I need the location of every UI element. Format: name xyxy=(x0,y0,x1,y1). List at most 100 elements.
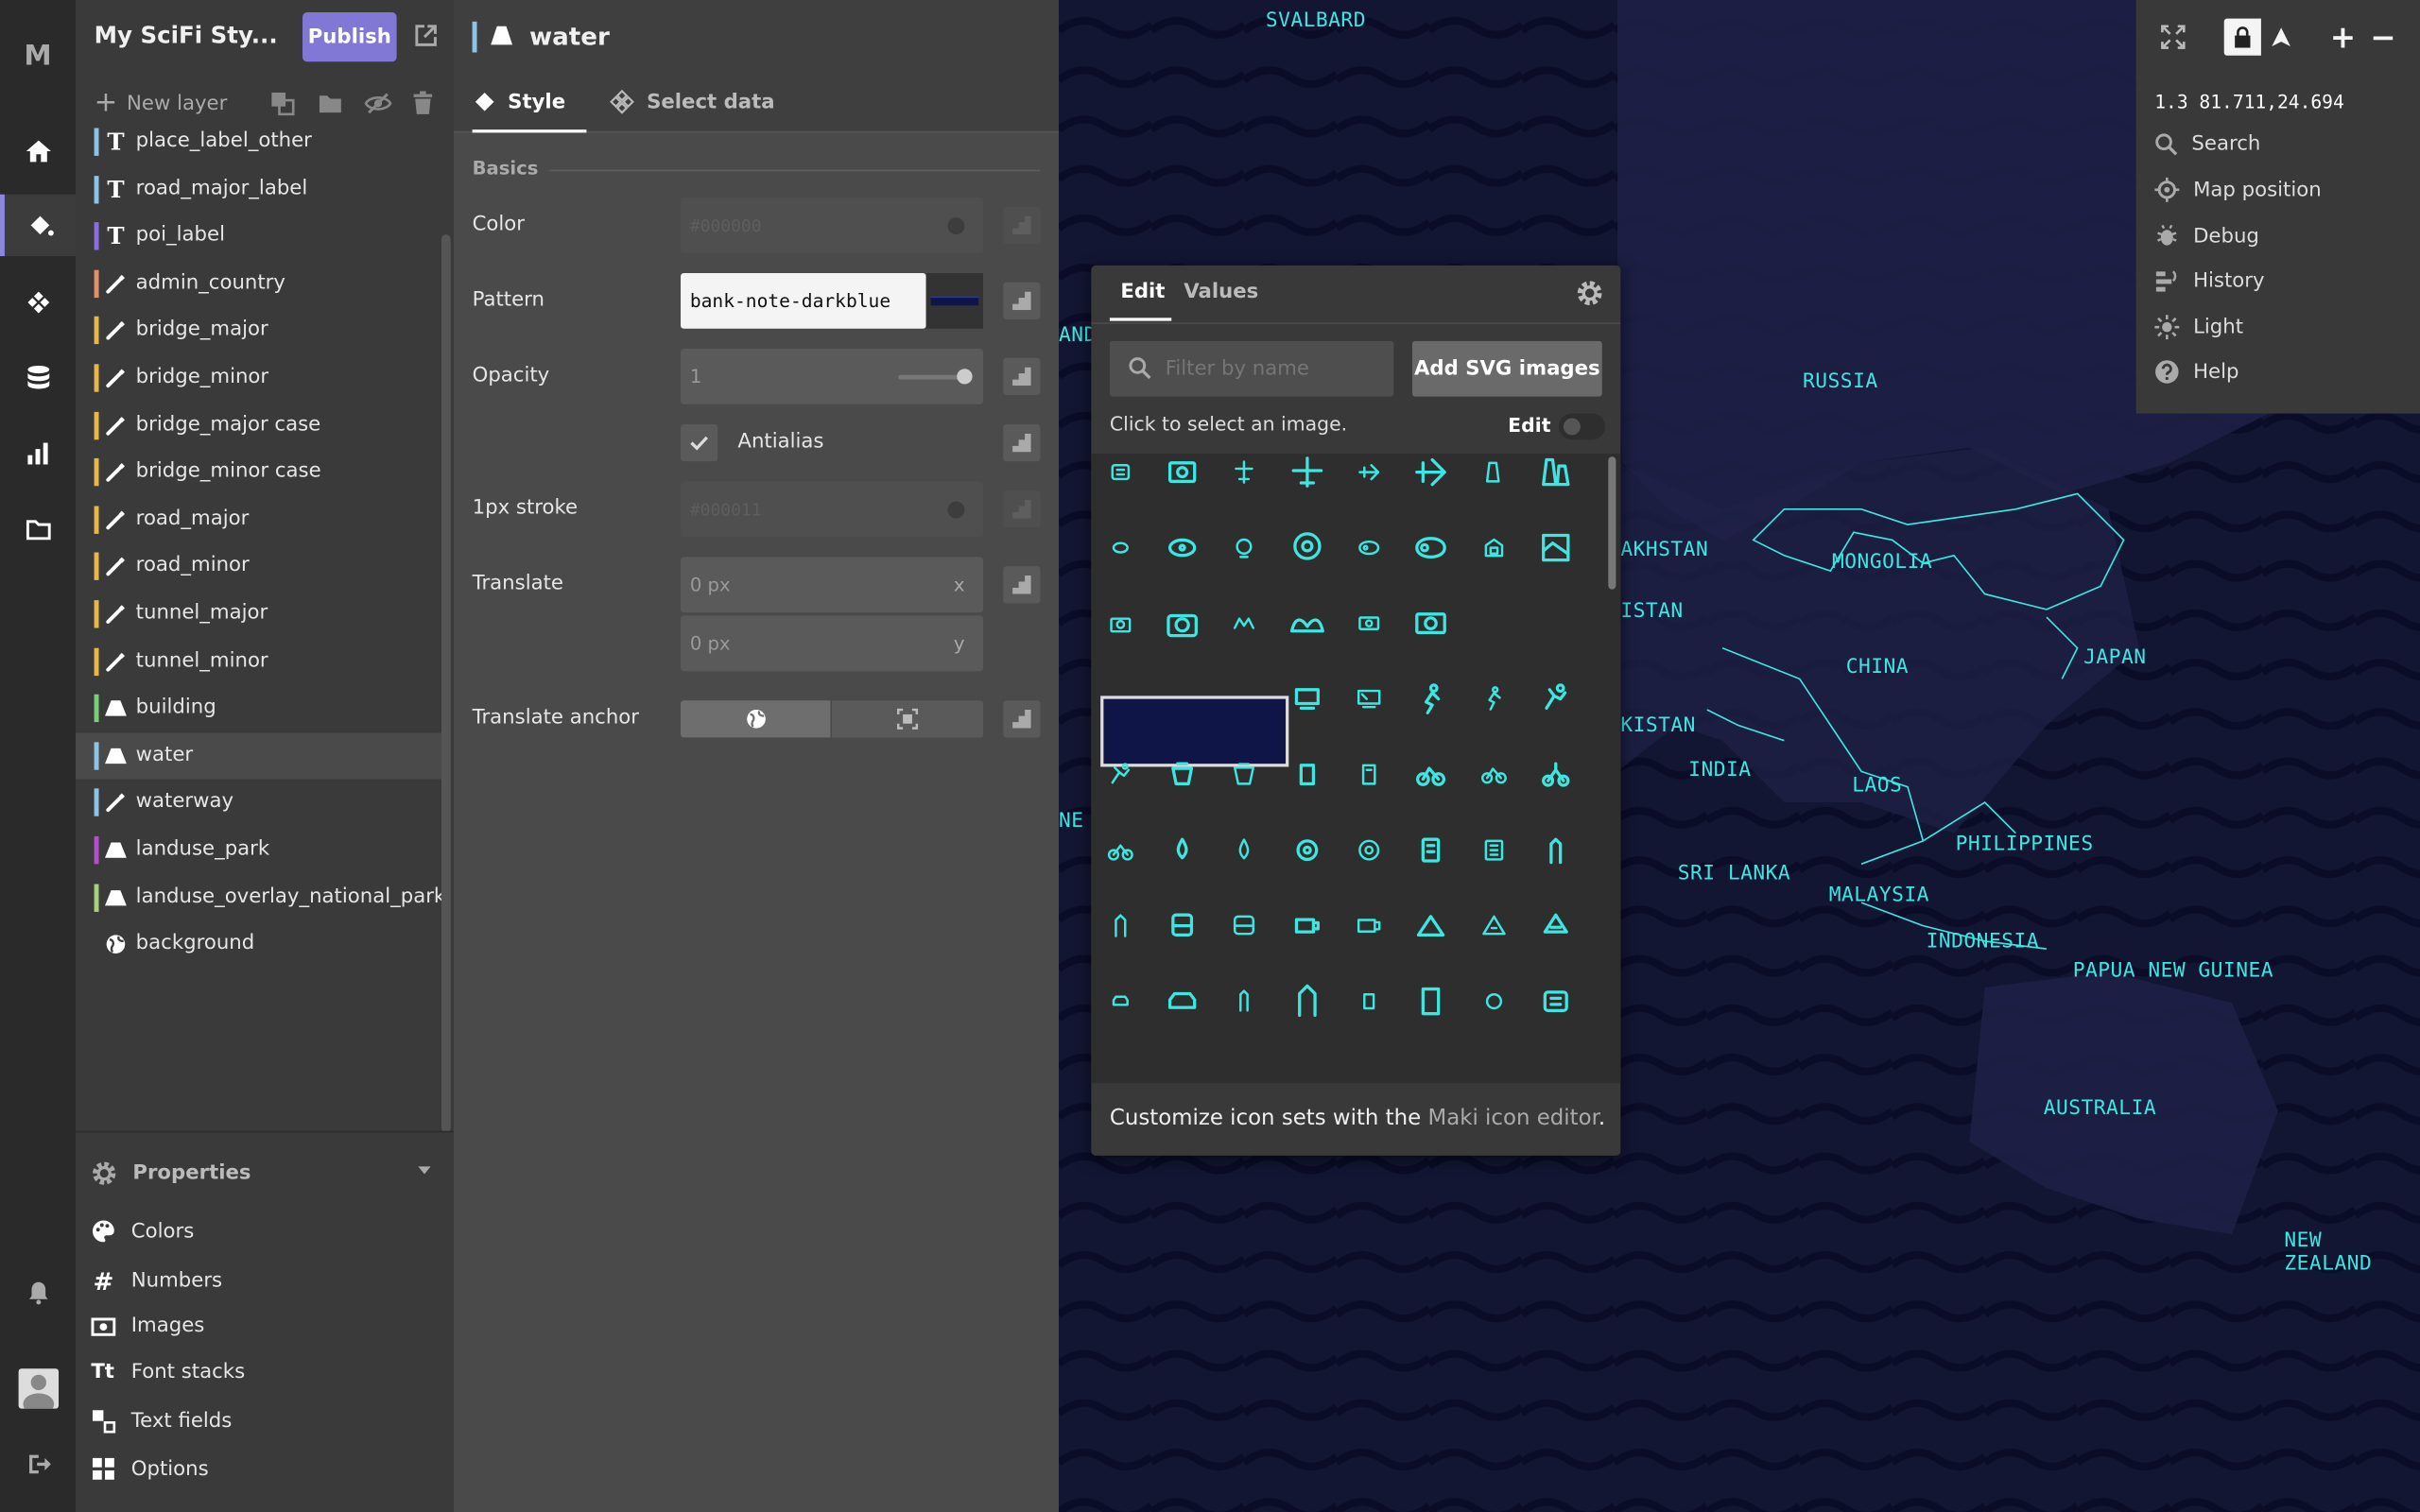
maki-image-icon[interactable] xyxy=(1339,744,1400,805)
zoom-out-button[interactable]: − xyxy=(2364,19,2401,56)
layer-item[interactable]: Troad_major_label xyxy=(76,166,441,213)
maki-image-icon[interactable] xyxy=(1400,668,1461,730)
duplicate-icon[interactable] xyxy=(270,91,295,116)
maki-image-icon[interactable] xyxy=(1463,744,1525,805)
properties-item-images[interactable]: Images xyxy=(91,1314,204,1338)
maki-image-icon[interactable] xyxy=(1276,744,1338,805)
compass-icon[interactable] xyxy=(2263,19,2300,56)
maki-image-icon[interactable] xyxy=(1463,668,1525,730)
zoom-in-button[interactable]: + xyxy=(2325,19,2361,56)
tab-style[interactable]: Style xyxy=(473,90,565,114)
add-svg-button[interactable]: Add SVG images xyxy=(1411,340,1602,397)
color-field[interactable]: #000000 xyxy=(681,197,984,253)
maki-image-icon[interactable] xyxy=(1091,744,1151,805)
sign-out-icon[interactable] xyxy=(0,1434,76,1495)
layer-item[interactable]: waterway xyxy=(76,780,441,826)
maki-image-icon[interactable] xyxy=(1463,819,1525,881)
maki-image-icon[interactable] xyxy=(1525,895,1586,956)
data-driven-button[interactable] xyxy=(1003,700,1041,738)
maki-image-icon[interactable] xyxy=(1276,971,1338,1032)
layer-item[interactable]: road_minor xyxy=(76,543,441,590)
layer-item[interactable]: Tplace_label_other xyxy=(76,119,441,165)
translate-y-field[interactable]: 0 px y xyxy=(681,615,984,672)
map-control-history[interactable]: History xyxy=(2154,268,2265,293)
app-logo[interactable]: M xyxy=(0,25,76,86)
maki-image-icon[interactable] xyxy=(1091,895,1151,956)
trash-icon[interactable] xyxy=(412,91,434,115)
maki-image-icon[interactable] xyxy=(1339,454,1400,503)
maki-image-icon[interactable] xyxy=(1276,819,1338,881)
chart-icon[interactable] xyxy=(0,422,76,484)
maki-image-icon[interactable] xyxy=(1151,593,1213,654)
layer-item[interactable]: landuse_overlay_national_park xyxy=(76,874,445,920)
paint-icon[interactable] xyxy=(0,194,77,257)
filter-input[interactable] xyxy=(1165,352,1382,385)
maki-editor-link[interactable]: Maki icon editor xyxy=(1427,1107,1598,1131)
picker-tab-edit[interactable]: Edit xyxy=(1120,281,1165,303)
maki-image-icon[interactable] xyxy=(1151,517,1213,578)
layer-item[interactable]: background xyxy=(76,921,441,968)
maki-image-icon[interactable] xyxy=(1525,517,1586,578)
maki-image-icon[interactable] xyxy=(1091,517,1151,578)
translate-x-field[interactable]: 0 px x xyxy=(681,557,984,613)
maki-image-icon[interactable] xyxy=(1339,895,1400,956)
maki-image-icon[interactable] xyxy=(1525,454,1586,503)
home-icon[interactable] xyxy=(0,120,76,181)
files-icon[interactable] xyxy=(0,498,76,559)
maki-image-icon[interactable] xyxy=(1339,593,1400,654)
data-driven-button[interactable] xyxy=(1003,357,1041,395)
lock-icon[interactable] xyxy=(2223,18,2261,56)
maki-image-icon[interactable] xyxy=(1463,895,1525,956)
anchor-viewport-button[interactable] xyxy=(832,700,984,738)
layer-item[interactable]: tunnel_minor xyxy=(76,638,441,684)
database-icon[interactable] xyxy=(0,347,76,408)
style-title[interactable]: My SciFi Sty... xyxy=(95,22,278,49)
map-control-debug[interactable]: Debug xyxy=(2154,224,2259,249)
maki-image-icon[interactable] xyxy=(1151,744,1213,805)
antialias-checkbox[interactable] xyxy=(681,423,718,462)
maki-image-icon[interactable] xyxy=(1339,668,1400,730)
pattern-input[interactable]: bank-note-darkblue xyxy=(681,272,926,329)
maki-image-icon[interactable] xyxy=(1091,593,1151,654)
maki-image-icon[interactable] xyxy=(1400,744,1461,805)
maki-image-icon[interactable] xyxy=(1213,895,1274,956)
maki-image-icon[interactable] xyxy=(1151,895,1213,956)
maki-image-icon[interactable] xyxy=(1339,517,1400,578)
maki-image-icon[interactable] xyxy=(1213,454,1274,503)
layer-item[interactable]: bridge_minor xyxy=(76,355,441,402)
maki-image-icon[interactable] xyxy=(1400,517,1461,578)
maki-image-icon[interactable] xyxy=(1463,971,1525,1032)
gear-icon[interactable] xyxy=(1576,280,1603,307)
new-layer-button[interactable]: + New layer xyxy=(95,89,228,117)
tab-select-data[interactable]: Select data xyxy=(608,89,775,114)
icon-grid-scrollbar[interactable] xyxy=(1608,456,1616,590)
map-control-search[interactable]: Search xyxy=(2154,132,2260,156)
maki-image-icon[interactable] xyxy=(1151,971,1213,1032)
data-driven-button[interactable] xyxy=(1003,490,1041,528)
avatar[interactable] xyxy=(0,1358,76,1419)
maki-image-icon[interactable] xyxy=(1400,593,1461,654)
maki-image-icon[interactable] xyxy=(1091,819,1151,881)
maki-image-icon[interactable] xyxy=(1525,819,1586,881)
map-control-position[interactable]: Map position xyxy=(2154,177,2322,202)
hide-icon[interactable] xyxy=(364,91,392,115)
layer-item[interactable]: building xyxy=(76,685,441,731)
maki-image-icon[interactable] xyxy=(1213,744,1274,805)
layer-item[interactable]: landuse_park xyxy=(76,827,441,873)
properties-item-numbers[interactable]: # Numbers xyxy=(91,1266,222,1296)
maki-image-icon[interactable] xyxy=(1213,517,1274,578)
edit-toggle[interactable] xyxy=(1559,413,1606,440)
layer-list-scrollbar[interactable] xyxy=(441,234,451,1133)
maki-image-icon[interactable] xyxy=(1463,517,1525,578)
properties-header[interactable]: Properties xyxy=(91,1160,251,1187)
maki-image-icon[interactable] xyxy=(1213,819,1274,881)
properties-item-colors[interactable]: Colors xyxy=(91,1219,194,1244)
properties-item-options[interactable]: Options xyxy=(91,1456,209,1481)
maki-image-icon[interactable] xyxy=(1400,454,1461,503)
maki-image-icon[interactable] xyxy=(1213,593,1274,654)
maki-image-icon[interactable] xyxy=(1400,895,1461,956)
fullscreen-icon[interactable] xyxy=(2154,19,2191,56)
pattern-preview[interactable] xyxy=(925,272,984,329)
maki-image-icon[interactable] xyxy=(1525,744,1586,805)
maki-image-icon[interactable] xyxy=(1463,454,1525,503)
